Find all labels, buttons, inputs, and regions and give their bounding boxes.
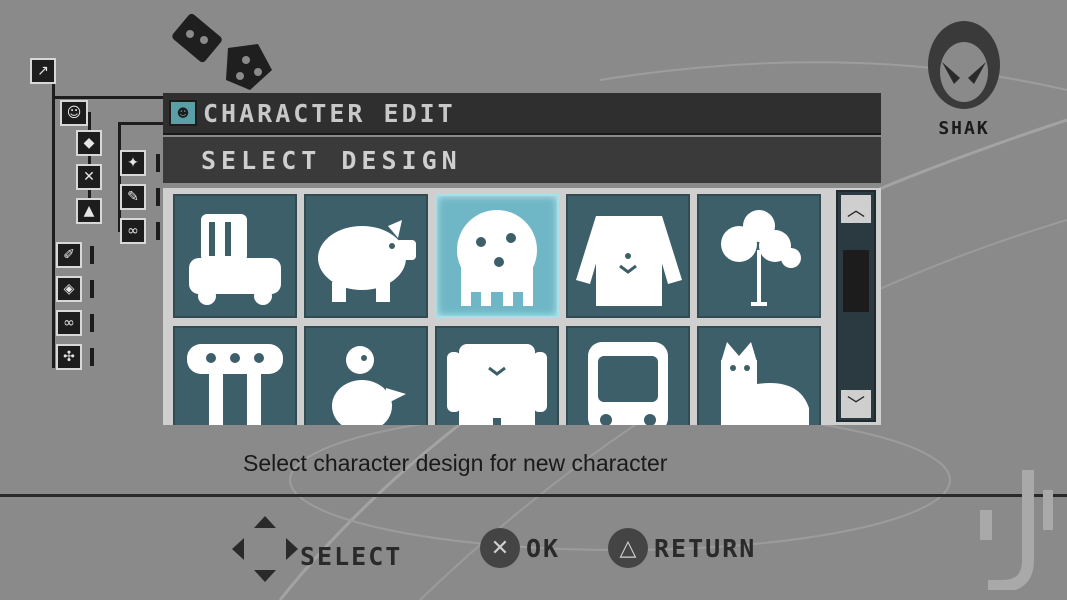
tree-node-gem-icon[interactable]: ◈ [56, 276, 82, 302]
tree-node-chain-icon[interactable]: ∞ [56, 310, 82, 336]
tree-node-block-icon[interactable]: ▲ [76, 198, 102, 224]
tree-node-tools-icon[interactable]: ✣ [56, 344, 82, 370]
tree-node-cycle-icon[interactable]: ∞ [120, 218, 146, 244]
design-scrollbar[interactable]: ︿ ﹀ [836, 190, 876, 422]
scroll-thumb[interactable] [843, 250, 869, 312]
hint-text: Select character design for new characte… [243, 450, 668, 476]
design-cell-truck[interactable] [173, 194, 297, 318]
dpad-icon [232, 516, 298, 582]
profile-badge: SHAK [918, 20, 1010, 142]
header-bar: ☻ CHARACTER EDIT [163, 93, 881, 135]
tree-node-diamond-icon[interactable]: ◆ [76, 130, 102, 156]
bus-icon [588, 342, 668, 425]
tree-node-brush-icon[interactable]: ✐ [56, 242, 82, 268]
design-cell-duck[interactable] [304, 326, 428, 425]
monster-icon [447, 344, 547, 425]
alien-head-icon [928, 21, 1000, 109]
footer-divider [0, 494, 1067, 497]
tree-node-link-icon[interactable]: ✎ [120, 184, 146, 210]
tree-node-lock-icon[interactable]: ✦ [120, 150, 146, 176]
tree-node-people-icon[interactable]: ☺ [60, 100, 88, 126]
profile-name: SHAK [938, 118, 990, 139]
ok-label: OK [526, 533, 561, 563]
design-cell-pig[interactable] [304, 194, 428, 318]
character-badge-icon: ☻ [169, 100, 197, 126]
design-cell-tree[interactable] [697, 194, 821, 318]
pig-icon [318, 220, 416, 302]
cat-icon [721, 342, 809, 425]
tree-design-icon [721, 210, 801, 306]
truck-icon [189, 214, 281, 305]
duck-icon [332, 346, 406, 425]
page-subtitle: SELECT DESIGN [201, 145, 462, 175]
store-watermark-icon [980, 470, 1053, 590]
triangle-button-icon: △ [608, 528, 648, 568]
chevron-up-icon: ︿ [847, 200, 865, 221]
dog-icon [576, 216, 682, 306]
design-grid [163, 188, 881, 425]
table-creature-icon [187, 344, 283, 425]
scroll-down-button[interactable]: ﹀ [841, 390, 871, 418]
return-label: RETURN [654, 533, 757, 563]
ghost-icon [457, 210, 537, 306]
design-cell-ghost[interactable] [435, 194, 559, 318]
design-cell-cat[interactable] [697, 326, 821, 425]
design-cell-table-creature[interactable] [173, 326, 297, 425]
subheader-bar: SELECT DESIGN [163, 137, 881, 183]
design-cell-bus[interactable] [566, 326, 690, 425]
design-cell-monster[interactable] [435, 326, 559, 425]
tree-node-cross-icon[interactable]: ✕ [76, 164, 102, 190]
scroll-up-button[interactable]: ︿ [841, 195, 871, 223]
tree-node-arrow-icon[interactable]: ↗ [30, 58, 56, 84]
dice-logo-icon [172, 13, 272, 90]
ok-button[interactable]: ✕ OK [480, 528, 560, 568]
page-title: CHARACTER EDIT [203, 98, 456, 128]
chevron-down-icon: ﹀ [847, 395, 865, 416]
return-button[interactable]: △ RETURN [608, 528, 756, 568]
footer-select: SELECT [230, 516, 403, 584]
cross-button-icon: ✕ [480, 528, 520, 568]
select-label: SELECT [300, 541, 403, 571]
design-cell-dog[interactable] [566, 194, 690, 318]
